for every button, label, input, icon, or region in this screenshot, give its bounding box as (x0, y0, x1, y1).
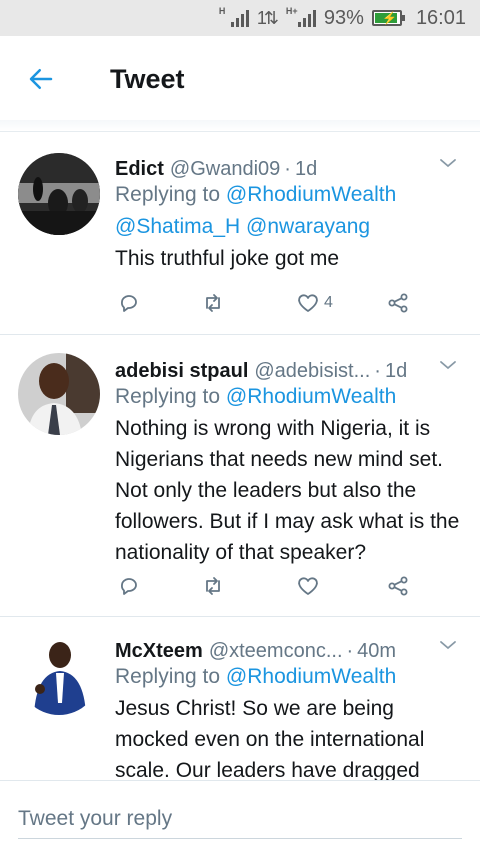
tweet-content: Edict @Gwandi09 · 1d Replying to @Rhodiu… (115, 151, 460, 274)
network-type-1: H (218, 6, 226, 16)
page-title: Tweet (110, 63, 185, 94)
previous-tweet-edge (0, 120, 480, 132)
tweet-text: This truthful joke got me (115, 247, 340, 270)
battery-percent: 93% (323, 6, 364, 29)
tweet-header: Edict @Gwandi09 · 1d (115, 151, 460, 181)
reply-input[interactable] (18, 799, 462, 839)
separator-dot: · (284, 158, 291, 180)
arrow-left-icon (29, 69, 53, 89)
reply-icon (121, 295, 137, 312)
tweet-time: 40m (357, 640, 397, 662)
avatar[interactable] (18, 353, 100, 435)
tweet-item[interactable]: adebisi stpaul @adebisist... · 1d Replyi… (0, 335, 480, 617)
reply-button[interactable] (117, 291, 141, 315)
network-type-2: H+ (285, 6, 298, 16)
chevron-down-icon[interactable] (436, 151, 460, 175)
retweet-icon (206, 294, 220, 312)
tweet-content: adebisi stpaul @adebisist... · 1d Replyi… (115, 353, 460, 568)
heart-icon (298, 294, 318, 312)
mention-link[interactable]: @nwarayang (246, 215, 370, 238)
author-name[interactable]: adebisi stpaul (115, 360, 248, 383)
share-icon (388, 293, 408, 313)
replying-label: Replying to (115, 183, 221, 206)
tweet-header: McXteem @xteemconc... · 40m (115, 633, 460, 663)
replying-to-line: Replying to @RhodiumWealth (115, 381, 460, 413)
signal-indicator-2: H+ (285, 6, 316, 27)
like-button[interactable] (296, 574, 320, 598)
author-name[interactable]: McXteem (115, 640, 203, 663)
clock: 16:01 (415, 6, 466, 29)
share-icon (388, 576, 408, 596)
like-button[interactable]: 4 (296, 291, 333, 315)
mention-link[interactable]: @RhodiumWealth (226, 183, 396, 206)
tweet-header: adebisi stpaul @adebisist... · 1d (115, 353, 460, 383)
separator-dot: · (346, 640, 354, 662)
tweet-item[interactable]: McXteem @xteemconc... · 40m Replying to … (0, 617, 480, 780)
reply-icon (121, 578, 137, 595)
share-button[interactable] (386, 291, 410, 315)
tweet-content: McXteem @xteemconc... · 40m Replying to … (115, 633, 460, 780)
avatar[interactable] (18, 153, 100, 235)
app-header: Tweet (0, 36, 480, 122)
back-button[interactable] (6, 49, 76, 109)
tweet-actions (115, 571, 415, 601)
replying-to-line: Replying to @RhodiumWealth (115, 661, 460, 693)
author-handle[interactable]: @xteemconc... (209, 640, 343, 663)
tweet-time: 1d (384, 360, 408, 382)
retweet-button[interactable] (201, 291, 225, 315)
tweet-actions: 4 (115, 288, 415, 318)
chevron-down-icon[interactable] (436, 633, 460, 657)
share-button[interactable] (386, 574, 410, 598)
reply-button[interactable] (117, 574, 141, 598)
avatar-image (18, 353, 100, 435)
author-handle[interactable]: @adebisist... (254, 360, 370, 383)
retweet-icon (206, 577, 220, 595)
signal-bars-icon (230, 10, 249, 27)
charging-icon: ⚡ (381, 11, 397, 25)
heart-icon (298, 577, 318, 595)
chevron-down-icon[interactable] (436, 353, 460, 377)
replying-label: Replying to (115, 385, 221, 408)
tweet-item[interactable]: Edict @Gwandi09 · 1d Replying to @Rhodiu… (0, 133, 480, 335)
tweet-time: 1d (294, 158, 318, 180)
tweet-text: Jesus Christ! So we are being mocked eve… (115, 697, 425, 780)
avatar[interactable] (18, 633, 100, 715)
like-count: 4 (324, 294, 333, 311)
author-handle[interactable]: @Gwandi09 (170, 158, 280, 181)
signal-bars-icon (297, 10, 316, 27)
reply-composer (0, 780, 480, 854)
retweet-button[interactable] (201, 574, 225, 598)
separator-dot: · (374, 360, 381, 382)
replying-to-line: Replying to @RhodiumWealth @Shatima_H @n… (115, 179, 460, 243)
signal-indicator-1: H (218, 6, 249, 27)
mention-link[interactable]: @RhodiumWealth (226, 665, 396, 688)
author-name[interactable]: Edict (115, 158, 164, 181)
mention-link[interactable]: @Shatima_H (115, 215, 240, 238)
avatar-image (18, 153, 100, 235)
data-transfer-icon: 1⇅ (256, 7, 279, 28)
tweet-text: Nothing is wrong with Nigeria, it is Nig… (115, 417, 460, 564)
mention-link[interactable]: @RhodiumWealth (226, 385, 396, 408)
avatar-image (18, 633, 100, 715)
status-bar: H 1⇅ H+ 93% ⚡ 16:01 (0, 0, 480, 36)
battery-icon: ⚡ (371, 10, 405, 26)
replying-label: Replying to (115, 665, 221, 688)
